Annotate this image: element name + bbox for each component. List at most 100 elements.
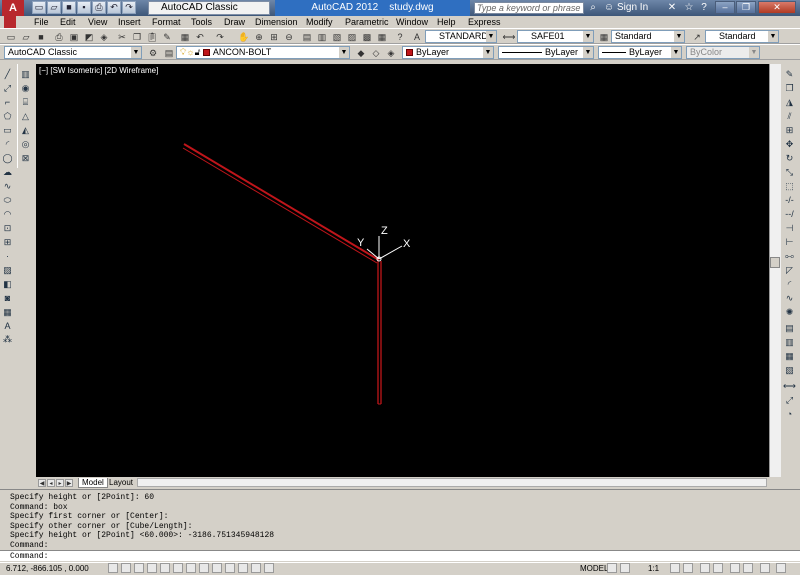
extrude-icon[interactable]: ⊠ [19,152,32,165]
array-icon[interactable]: ⊞ [783,124,796,137]
restore-button[interactable]: ❐ [736,1,756,14]
region-icon[interactable]: ◙ [1,292,14,305]
ellipse-icon[interactable]: ⬭ [1,194,14,207]
annotation-visibility-icon[interactable] [670,563,680,573]
command-input[interactable]: Command: [0,550,800,561]
help-icon-2[interactable]: ? [393,30,407,44]
model-space-button[interactable]: MODEL [580,564,608,574]
isolate-objects-icon[interactable] [743,563,753,573]
hardware-acceleration-icon[interactable] [730,563,740,573]
annotation-scale[interactable]: 1:1 [648,564,659,574]
search-icon[interactable]: ⌕ [586,1,600,15]
last-tab-icon[interactable]: ▶ [65,479,73,487]
paste-icon[interactable]: 📋︎ [145,30,159,44]
cut-icon[interactable]: ✂ [115,30,129,44]
menu-edit[interactable]: Edit [60,16,76,28]
dimension-radius-icon[interactable]: ◔ [783,408,796,421]
layer-previous-icon[interactable]: ◇ [369,46,383,60]
menu-modify[interactable]: Modify [306,16,333,28]
horizontal-scrollbar[interactable] [137,478,767,487]
add-selected-icon[interactable]: ⁂ [1,333,14,346]
ellipse-arc-icon[interactable]: ◠ [1,208,14,221]
bring-above-icon[interactable]: ▧ [783,364,796,377]
menu-dimension[interactable]: Dimension [255,16,298,28]
chamfer-icon[interactable]: ◸ [783,264,796,277]
cone-icon[interactable]: △ [19,110,32,123]
vertical-scrollbar-thumb[interactable] [770,257,780,268]
block-editor-icon[interactable]: ▦ [178,30,192,44]
table-icon[interactable]: ▦ [1,306,14,319]
transparency-icon[interactable] [238,563,248,573]
break-at-point-icon[interactable]: ⊣ [783,222,796,235]
multileader-style-dropdown[interactable]: Standard ▼ [705,30,779,43]
line-icon[interactable]: ╱ [1,68,14,81]
settings-icon[interactable]: ⚙ [146,46,160,60]
color-dropdown[interactable]: ByLayer ▼ [402,46,494,59]
tab-layout[interactable]: Layout [106,478,136,488]
properties-icon[interactable]: ▤ [300,30,314,44]
polyline-icon[interactable]: ⌐ [1,96,14,109]
menu-tools[interactable]: Tools [191,16,212,28]
gradient-icon[interactable]: ◧ [1,278,14,291]
make-block-icon[interactable]: ⊞ [1,236,14,249]
tool-palettes-icon[interactable]: ▧ [330,30,344,44]
match-properties-icon[interactable]: ✎ [160,30,174,44]
hatch-icon[interactable]: ▨ [1,264,14,277]
zoom-previous-icon[interactable]: ⊖ [282,30,296,44]
insert-block-icon[interactable]: ⊡ [1,222,14,235]
dimension-aligned-icon[interactable]: ⤢ [783,394,796,407]
menu-insert[interactable]: Insert [118,16,141,28]
point-icon[interactable]: · [1,250,14,263]
text-style-dropdown[interactable]: STANDARD ▼ [425,30,497,43]
move-icon[interactable]: ✥ [783,138,796,151]
document-icon[interactable] [4,16,16,28]
selection-cycling-icon[interactable] [264,563,274,573]
quick-view-layouts-icon[interactable] [607,563,617,573]
menu-help[interactable]: Help [437,16,456,28]
user-icon[interactable]: ☺ [602,1,616,15]
table-style-dropdown[interactable]: Standard ▼ [611,30,685,43]
copy-object-icon[interactable]: ❐ [783,82,796,95]
undo-icon[interactable]: ↶ [107,1,121,14]
design-center-icon[interactable]: ▥ [315,30,329,44]
polar-tracking-icon[interactable] [147,563,157,573]
lock-ui-icon[interactable] [713,563,723,573]
cylinder-icon[interactable]: ⌸ [19,96,32,109]
next-tab-icon[interactable]: ▸ [56,479,64,487]
redo-icon[interactable]: ↷ [122,1,136,14]
markup-icon[interactable]: ▩ [360,30,374,44]
dim-style-icon[interactable]: ⟷ [502,30,516,44]
help-icon[interactable]: ? [697,1,711,15]
menu-express[interactable]: Express [468,16,501,28]
3d-dwf-icon[interactable]: ◈ [97,30,111,44]
minimize-button[interactable]: – [715,1,735,14]
autocad-logo-icon[interactable]: A [2,0,24,16]
menu-window[interactable]: Window [396,16,428,28]
search-input[interactable]: Type a keyword or phrase [474,2,584,14]
star-icon[interactable]: ☆ [682,1,696,15]
zoom-realtime-icon[interactable]: ⊕ [252,30,266,44]
quick-view-drawings-icon[interactable] [620,563,630,573]
coordinates-readout[interactable]: 6.712, -866.105 , 0.000 [6,564,89,574]
ortho-mode-icon[interactable] [134,563,144,573]
layer-dropdown[interactable]: 💡︎☼🔓︎ ANCON-BOLT ▼ [176,46,350,59]
mirror-icon[interactable]: ◮ [783,96,796,109]
trim-icon[interactable]: -/- [783,194,796,207]
dim-style-dropdown[interactable]: SAFE01 ▼ [517,30,594,43]
mtext-icon[interactable]: A [1,320,14,333]
box-icon[interactable]: ▥ [19,68,32,81]
menu-format[interactable]: Format [152,16,181,28]
prev-tab-icon[interactable]: ◂ [47,479,55,487]
construction-line-icon[interactable]: ⤢ [1,82,14,95]
close-button[interactable]: ✕ [758,1,796,14]
qnew-icon[interactable]: ▭ [4,30,18,44]
linetype-dropdown[interactable]: ByLayer ▼ [498,46,594,59]
redo-icon-2[interactable]: ↷ [213,30,227,44]
draw-order-icon[interactable]: ▤ [783,322,796,335]
stretch-icon[interactable]: ⬚ [783,180,796,193]
quick-properties-icon[interactable] [251,563,261,573]
clean-screen-icon[interactable] [776,563,786,573]
layer-state-icon[interactable]: ◈ [384,46,398,60]
sheet-set-icon[interactable]: ▨ [345,30,359,44]
workspace-toolbar-dropdown[interactable]: AutoCAD Classic ▼ [4,46,142,59]
